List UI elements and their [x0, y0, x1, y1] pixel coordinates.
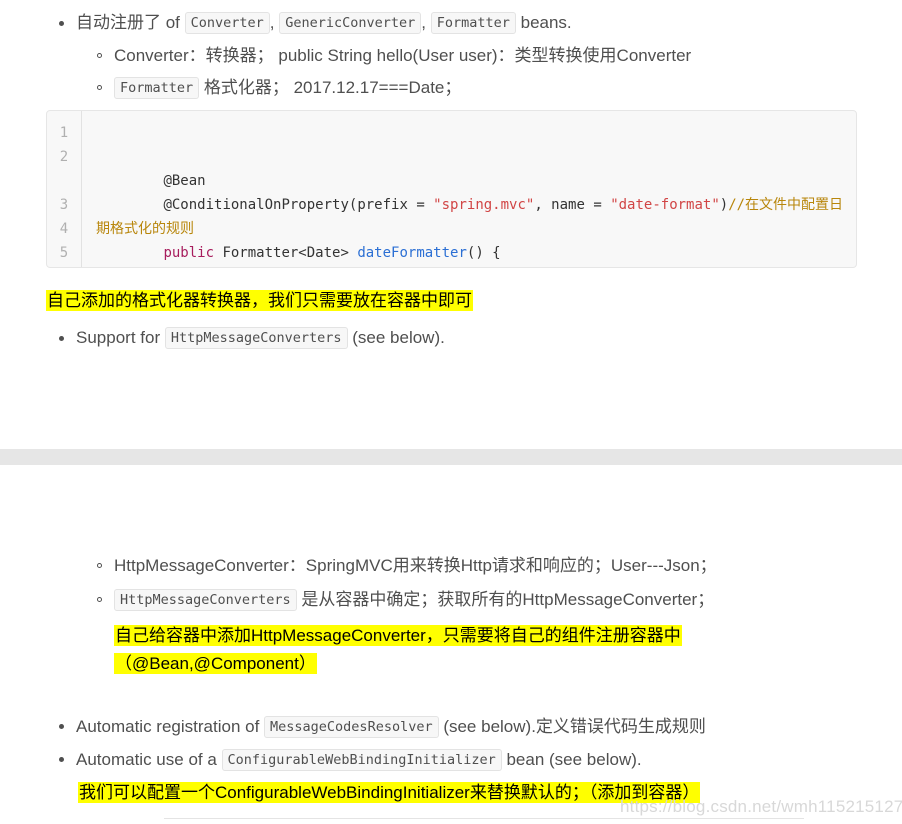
sub-bullet-text: 格式化器； 2017.12.17===Date； — [199, 78, 462, 97]
line-number: 4 — [59, 221, 69, 237]
top-bullet-list: 自动注册了 of Converter, GenericConverter, Fo… — [46, 10, 886, 36]
code-token: @Bean — [96, 173, 206, 189]
list-item: HttpMessageConverters 是从容器中确定；获取所有的HttpM… — [84, 586, 884, 614]
bottom-bullet-list: Automatic registration of MessageCodesRe… — [46, 713, 886, 774]
bullet-text-before: Automatic use of a — [76, 750, 222, 769]
sub-bullet-text: Converter：转换器； public String hello(User … — [114, 46, 692, 65]
sub-bullet-text: 是从容器中确定；获取所有的HttpMessageConverter； — [296, 590, 715, 609]
code-block: 1 2 3 4 5 @Bean @ConditionalOnProperty(p… — [46, 110, 857, 268]
line-number: 5 — [59, 245, 69, 261]
bullet-text-after: (see below). — [347, 328, 445, 347]
middle-sub-bullet-section: HttpMessageConverter：SpringMVC用来转换Http请求… — [84, 552, 884, 614]
code-token: ) — [719, 197, 729, 213]
highlight-text: 自己添加的格式化器转换器，我们只需要放在容器中即可 — [46, 290, 473, 311]
page-separator-band — [0, 449, 902, 465]
bullet-text-after: (see below).定义错误代码生成规则 — [438, 717, 706, 736]
highlight-note-2: 自己给容器中添加HttpMessageConverter，只需要将自己的组件注册… — [114, 623, 714, 677]
inline-code-configurablewebbindinginitializer: ConfigurableWebBindingInitializer — [221, 749, 502, 771]
bullet-text-after: bean (see below). — [501, 750, 642, 769]
chip-separator-1: , — [269, 13, 280, 32]
list-item: Support for HttpMessageConverters (see b… — [46, 325, 886, 351]
code-token: @ConditionalOnProperty( — [96, 197, 358, 213]
list-item: 自动注册了 of Converter, GenericConverter, Fo… — [46, 10, 886, 36]
code-token: () { — [466, 245, 501, 261]
highlight-line-1-wrap: 自己给容器中添加HttpMessageConverter，只需要将自己的组件注册… — [114, 623, 714, 649]
highlight-line-2-wrap: （@Bean,@Component） — [114, 651, 714, 677]
code-line-2: @ConditionalOnProperty(prefix = "spring.… — [96, 193, 856, 241]
code-token: "spring.mvc" — [433, 197, 535, 213]
inline-code-genericconverter: GenericConverter — [279, 12, 422, 34]
inline-code-messagecodesresolver: MessageCodesResolver — [264, 716, 439, 738]
support-bullet-section: Support for HttpMessageConverters (see b… — [46, 325, 886, 351]
line-number: 1 — [59, 125, 69, 141]
code-token: "date-format" — [610, 197, 720, 213]
code-token: prefix = — [357, 197, 434, 213]
code-token: , name = — [534, 197, 611, 213]
highlight-text: 自己给容器中添加HttpMessageConverter，只需要将自己的组件注册… — [114, 625, 682, 646]
bullet-text-before: Automatic registration of — [76, 717, 265, 736]
inline-code-converter: Converter — [184, 12, 270, 34]
code-line-3: public Formatter<Date> dateFormatter() { — [96, 241, 856, 265]
list-item: Automatic use of a ConfigurableWebBindin… — [46, 746, 886, 774]
code-line-4: return new DateFormatter(this.mvcPropert… — [96, 265, 856, 267]
top-bullet-section: 自动注册了 of Converter, GenericConverter, Fo… — [46, 10, 886, 102]
highlight-note-1: 自己添加的格式化器转换器，我们只需要放在容器中即可 — [46, 289, 473, 313]
highlight-text: （@Bean,@Component） — [114, 653, 317, 674]
highlight-text: 我们可以配置一个ConfigurableWebBindingInitialize… — [78, 782, 701, 803]
inline-code-formatter-2: Formatter — [114, 77, 200, 99]
list-item: Converter：转换器； public String hello(User … — [84, 42, 886, 70]
support-bullet-list: Support for HttpMessageConverters (see b… — [46, 325, 886, 351]
code-token: Formatter<Date> — [222, 245, 358, 261]
bullet-text-before: 自动注册了 of — [76, 13, 185, 32]
document-page: 自动注册了 of Converter, GenericConverter, Fo… — [0, 0, 902, 824]
code-token: public — [96, 245, 223, 261]
list-item: HttpMessageConverter：SpringMVC用来转换Http请求… — [84, 552, 884, 580]
code-line-1: @Bean — [96, 169, 856, 193]
inline-code-httpmessageconverters-2: HttpMessageConverters — [114, 589, 297, 611]
inline-code-httpmessageconverters: HttpMessageConverters — [164, 327, 348, 349]
bullet-text-after: beans. — [515, 13, 572, 32]
code-line-numbers: 1 2 3 4 5 — [47, 111, 82, 267]
bottom-divider — [164, 818, 804, 819]
line-number: 3 — [59, 197, 69, 213]
top-sub-bullet-list: Converter：转换器； public String hello(User … — [84, 42, 886, 102]
sub-bullet-text: HttpMessageConverter：SpringMVC用来转换Http请求… — [114, 556, 717, 575]
middle-sub-bullet-list: HttpMessageConverter：SpringMVC用来转换Http请求… — [84, 552, 884, 614]
code-content: @Bean @ConditionalOnProperty(prefix = "s… — [82, 111, 856, 267]
line-number: 2 — [59, 149, 69, 165]
list-item: Formatter 格式化器； 2017.12.17===Date； — [84, 74, 886, 102]
bullet-text-before: Support for — [76, 328, 165, 347]
highlight-note-3: 我们可以配置一个ConfigurableWebBindingInitialize… — [78, 781, 701, 805]
list-item: Automatic registration of MessageCodesRe… — [46, 713, 886, 741]
code-token: dateFormatter — [357, 245, 467, 261]
bottom-bullet-section: Automatic registration of MessageCodesRe… — [46, 713, 886, 774]
inline-code-formatter: Formatter — [430, 12, 516, 34]
chip-separator-2: , — [421, 13, 431, 32]
watermark: https://blog.csdn.net/wmh1152151276 — [620, 797, 902, 816]
